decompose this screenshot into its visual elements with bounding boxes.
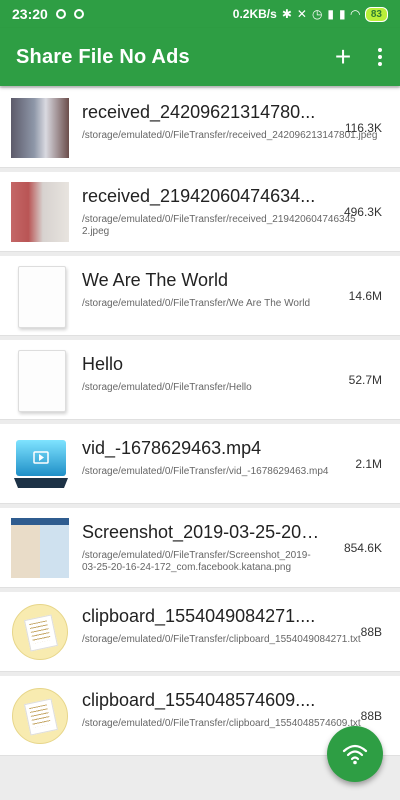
file-row[interactable]: Hello /storage/emulated/0/FileTransfer/H… xyxy=(0,340,400,420)
file-path: /storage/emulated/0/FileTransfer/vid_-16… xyxy=(82,466,329,477)
file-size: 2.1M xyxy=(355,457,382,471)
file-path: /storage/emulated/0/FileTransfer/clipboa… xyxy=(82,634,361,645)
file-name: Screenshot_2019-03-25-20-... xyxy=(82,522,322,542)
app-toolbar: Share File No Ads + xyxy=(0,28,400,86)
image-thumbnail xyxy=(11,98,69,158)
file-path: /storage/emulated/0/FileTransfer/receive… xyxy=(82,214,356,237)
plus-icon[interactable]: + xyxy=(328,43,358,71)
file-size: 854.6K xyxy=(343,541,382,555)
notification-dot-icon xyxy=(55,9,66,19)
app-root: 23:20 0.2KB/s ✱ ✕ ◷ ▮ ▮ ◠ 83 Share File … xyxy=(0,0,400,800)
file-size: 88B xyxy=(360,625,382,639)
more-vert-icon[interactable] xyxy=(376,48,384,66)
file-path: /storage/emulated/0/FileTransfer/clipboa… xyxy=(82,718,361,729)
file-path: /storage/emulated/0/FileTransfer/Screens… xyxy=(82,550,311,573)
alarm-icon: ◷ xyxy=(311,7,323,21)
video-file-icon xyxy=(12,438,70,490)
file-name: received_24209621314780... xyxy=(82,102,316,122)
image-thumbnail xyxy=(11,518,69,578)
notification-dot-icon xyxy=(73,9,84,19)
signal-icon: ▮ xyxy=(327,7,335,21)
signal-icon: ▮ xyxy=(339,7,346,21)
file-name: We Are The World xyxy=(82,270,229,290)
image-thumbnail xyxy=(11,182,69,242)
mute-icon: ✕ xyxy=(296,7,307,21)
file-path: /storage/emulated/0/FileTransfer/We Are … xyxy=(82,298,311,309)
file-size: 116.3K xyxy=(344,121,382,135)
status-time: 23:20 xyxy=(12,6,48,22)
file-size: 52.7M xyxy=(348,373,382,387)
file-row[interactable]: We Are The World /storage/emulated/0/Fil… xyxy=(0,256,400,336)
file-path: /storage/emulated/0/FileTransfer/receive… xyxy=(82,130,378,141)
wifi-icon: ◠ xyxy=(350,7,360,21)
bluetooth-icon: ✱ xyxy=(281,7,292,21)
file-row[interactable]: vid_-1678629463.mp4 /storage/emulated/0/… xyxy=(0,424,400,504)
file-name: Hello xyxy=(82,354,124,374)
wifi-share-icon xyxy=(342,744,368,765)
document-icon xyxy=(18,350,66,412)
file-row[interactable]: clipboard_1554049084271.... /storage/emu… xyxy=(0,592,400,672)
file-path: /storage/emulated/0/FileTransfer/Hello xyxy=(82,382,252,393)
file-row[interactable]: Screenshot_2019-03-25-20-... /storage/em… xyxy=(0,508,400,588)
network-speed: 0.2KB/s xyxy=(232,7,277,21)
file-name: vid_-1678629463.mp4 xyxy=(82,438,262,458)
clipboard-icon xyxy=(12,688,68,744)
status-bar: 23:20 0.2KB/s ✱ ✕ ◷ ▮ ▮ ◠ 83 xyxy=(0,0,400,28)
file-name: received_21942060474634... xyxy=(82,186,316,206)
clipboard-icon xyxy=(12,604,68,660)
wifi-share-button[interactable] xyxy=(327,726,383,782)
file-name: clipboard_1554049084271.... xyxy=(82,606,316,626)
battery-level: 83 xyxy=(364,6,388,22)
file-name: clipboard_1554048574609.... xyxy=(82,690,316,710)
file-row[interactable]: received_21942060474634... /storage/emul… xyxy=(0,172,400,252)
document-icon xyxy=(18,266,66,328)
file-row[interactable]: received_24209621314780... /storage/emul… xyxy=(0,88,400,168)
page-title: Share File No Ads xyxy=(16,45,190,68)
file-size: 496.3K xyxy=(343,205,382,219)
file-size: 14.6M xyxy=(348,289,382,303)
